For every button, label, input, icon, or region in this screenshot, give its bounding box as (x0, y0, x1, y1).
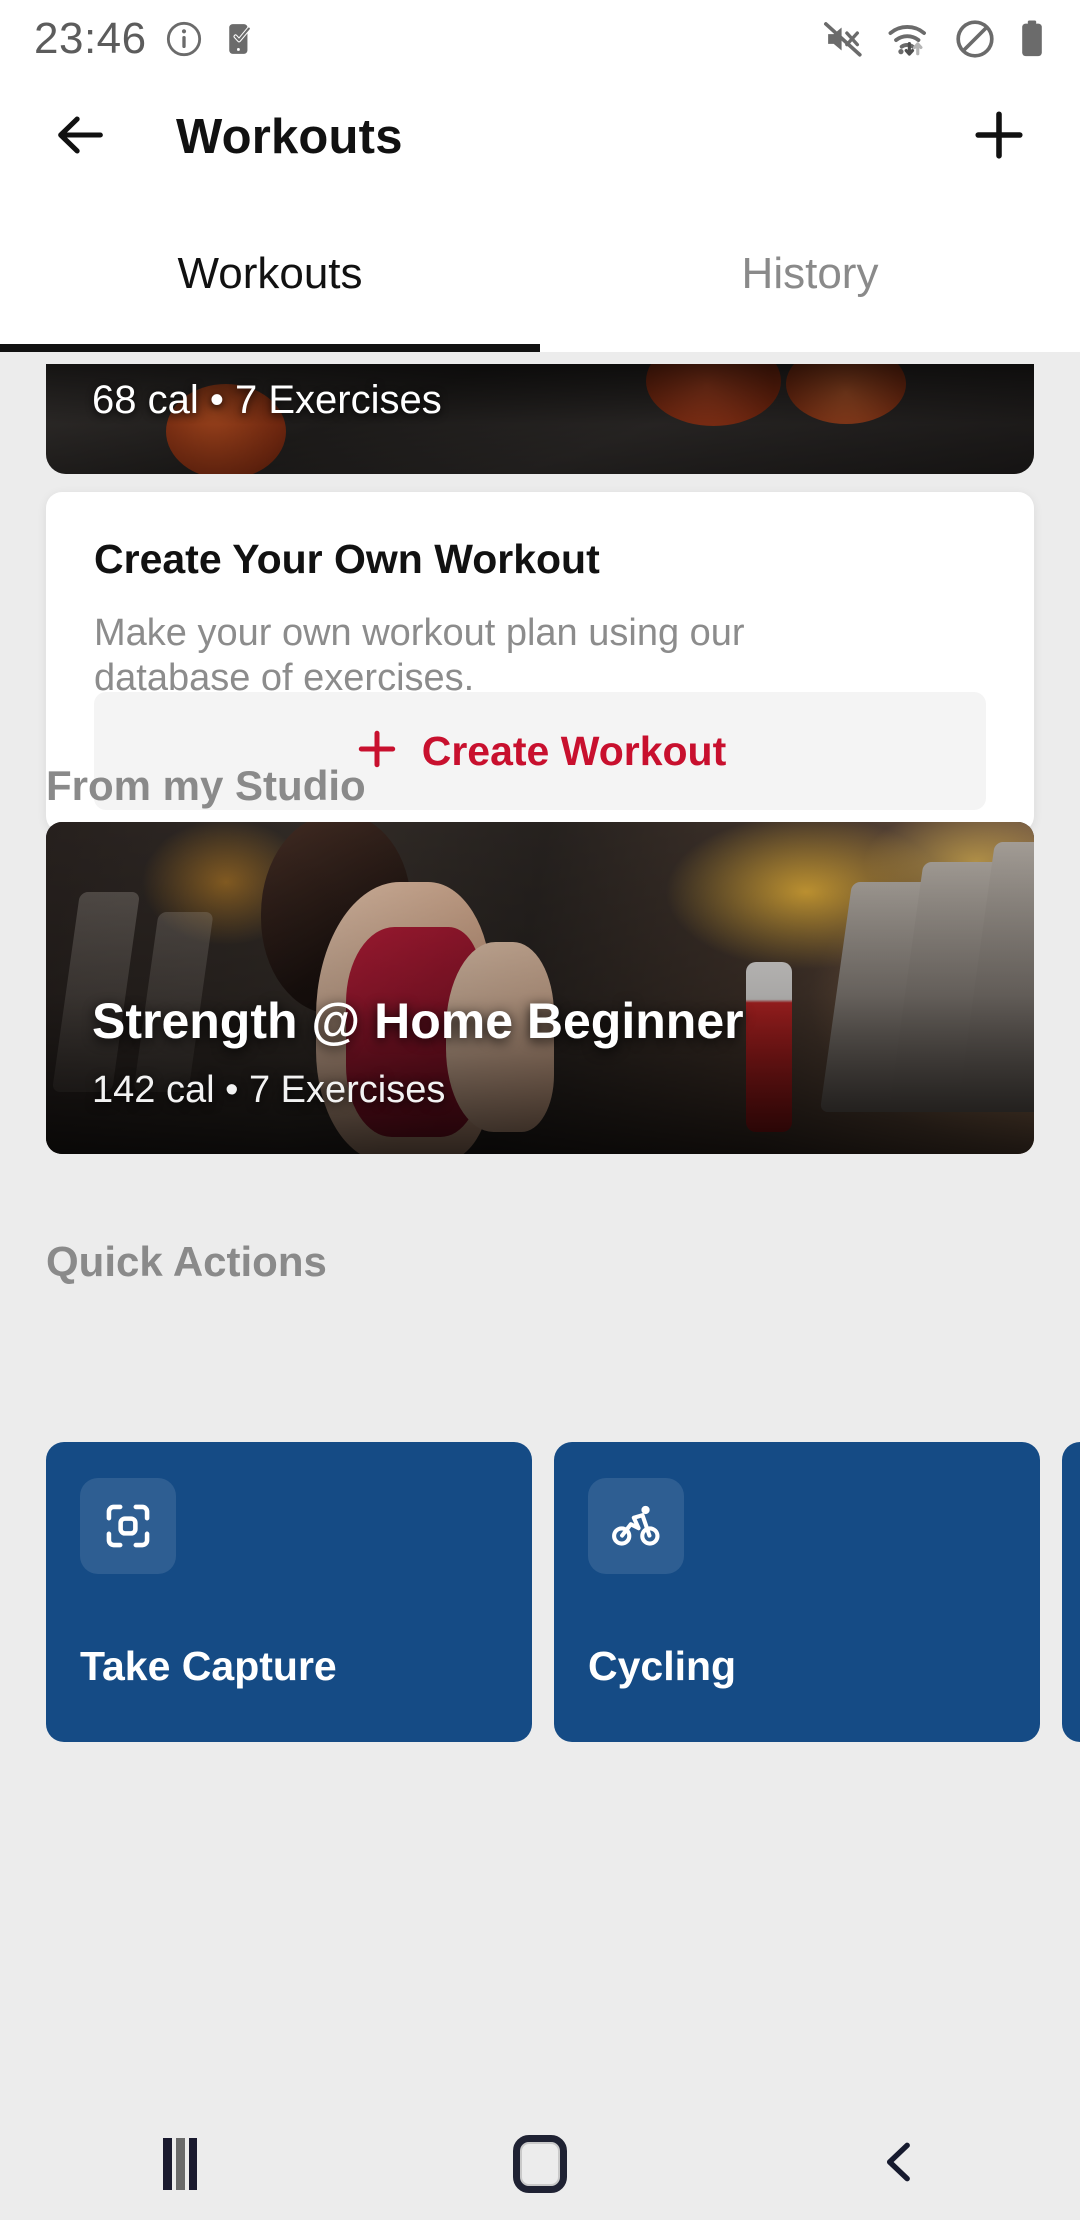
quick-action-take-capture-label: Take Capture (80, 1643, 337, 1689)
back-button[interactable] (46, 102, 116, 172)
tab-workouts[interactable]: Workouts (0, 196, 540, 352)
section-heading-studio: From my Studio (46, 762, 366, 809)
do-not-disturb-icon (954, 18, 996, 60)
add-workout-button[interactable] (964, 102, 1034, 172)
wifi-icon (886, 18, 932, 60)
scan-frame-icon (80, 1478, 176, 1574)
plus-icon (970, 106, 1028, 169)
workout-card-partial[interactable]: 68 cal • 7 Exercises (46, 364, 1034, 474)
phone-screen: 23:46 Workouts Workouts History 68 cal •… (0, 0, 1080, 2220)
status-bar-right (822, 18, 1046, 60)
workout-card-meta: 68 cal • 7 Exercises (92, 378, 442, 422)
app-bar: Workouts (0, 78, 1080, 196)
create-workout-button-label: Create Workout (421, 727, 727, 774)
mute-icon (822, 18, 864, 60)
phone-check-icon (221, 20, 259, 58)
arrow-left-icon (52, 106, 110, 169)
quick-action-cycling-label: Cycling (588, 1643, 737, 1689)
scroll-content[interactable]: 68 cal • 7 Exercises Create Your Own Wor… (0, 352, 1080, 2220)
battery-icon (1018, 18, 1046, 60)
page-title: Workouts (176, 110, 403, 164)
quick-actions-row[interactable]: Take Capture Cycling (46, 1442, 1080, 1742)
tab-workouts-label: Workouts (177, 249, 363, 298)
status-bar-clock: 23:46 (34, 14, 147, 63)
quick-action-take-capture[interactable]: Take Capture (46, 1442, 532, 1742)
quick-action-cycling[interactable]: Cycling (554, 1442, 1040, 1742)
status-bar-left: 23:46 (34, 14, 259, 64)
bicycle-icon (588, 1478, 684, 1574)
tab-bar: Workouts History (0, 196, 1080, 352)
tab-history-label: History (741, 249, 879, 298)
quick-action-next-partial[interactable] (1062, 1442, 1080, 1742)
status-bar: 23:46 (0, 0, 1080, 78)
info-icon (164, 19, 204, 59)
create-workout-subtitle: Make your own workout plan using our dat… (94, 612, 745, 699)
tab-history[interactable]: History (540, 196, 1080, 352)
section-heading-quick-actions: Quick Actions (46, 1238, 327, 1285)
studio-card-meta: 142 cal • 7 Exercises (92, 1069, 446, 1111)
create-workout-title: Create Your Own Workout (94, 536, 600, 582)
studio-card-title: Strength @ Home Beginner (92, 993, 744, 1049)
studio-workout-card[interactable]: Strength @ Home Beginner 142 cal • 7 Exe… (46, 822, 1034, 1154)
